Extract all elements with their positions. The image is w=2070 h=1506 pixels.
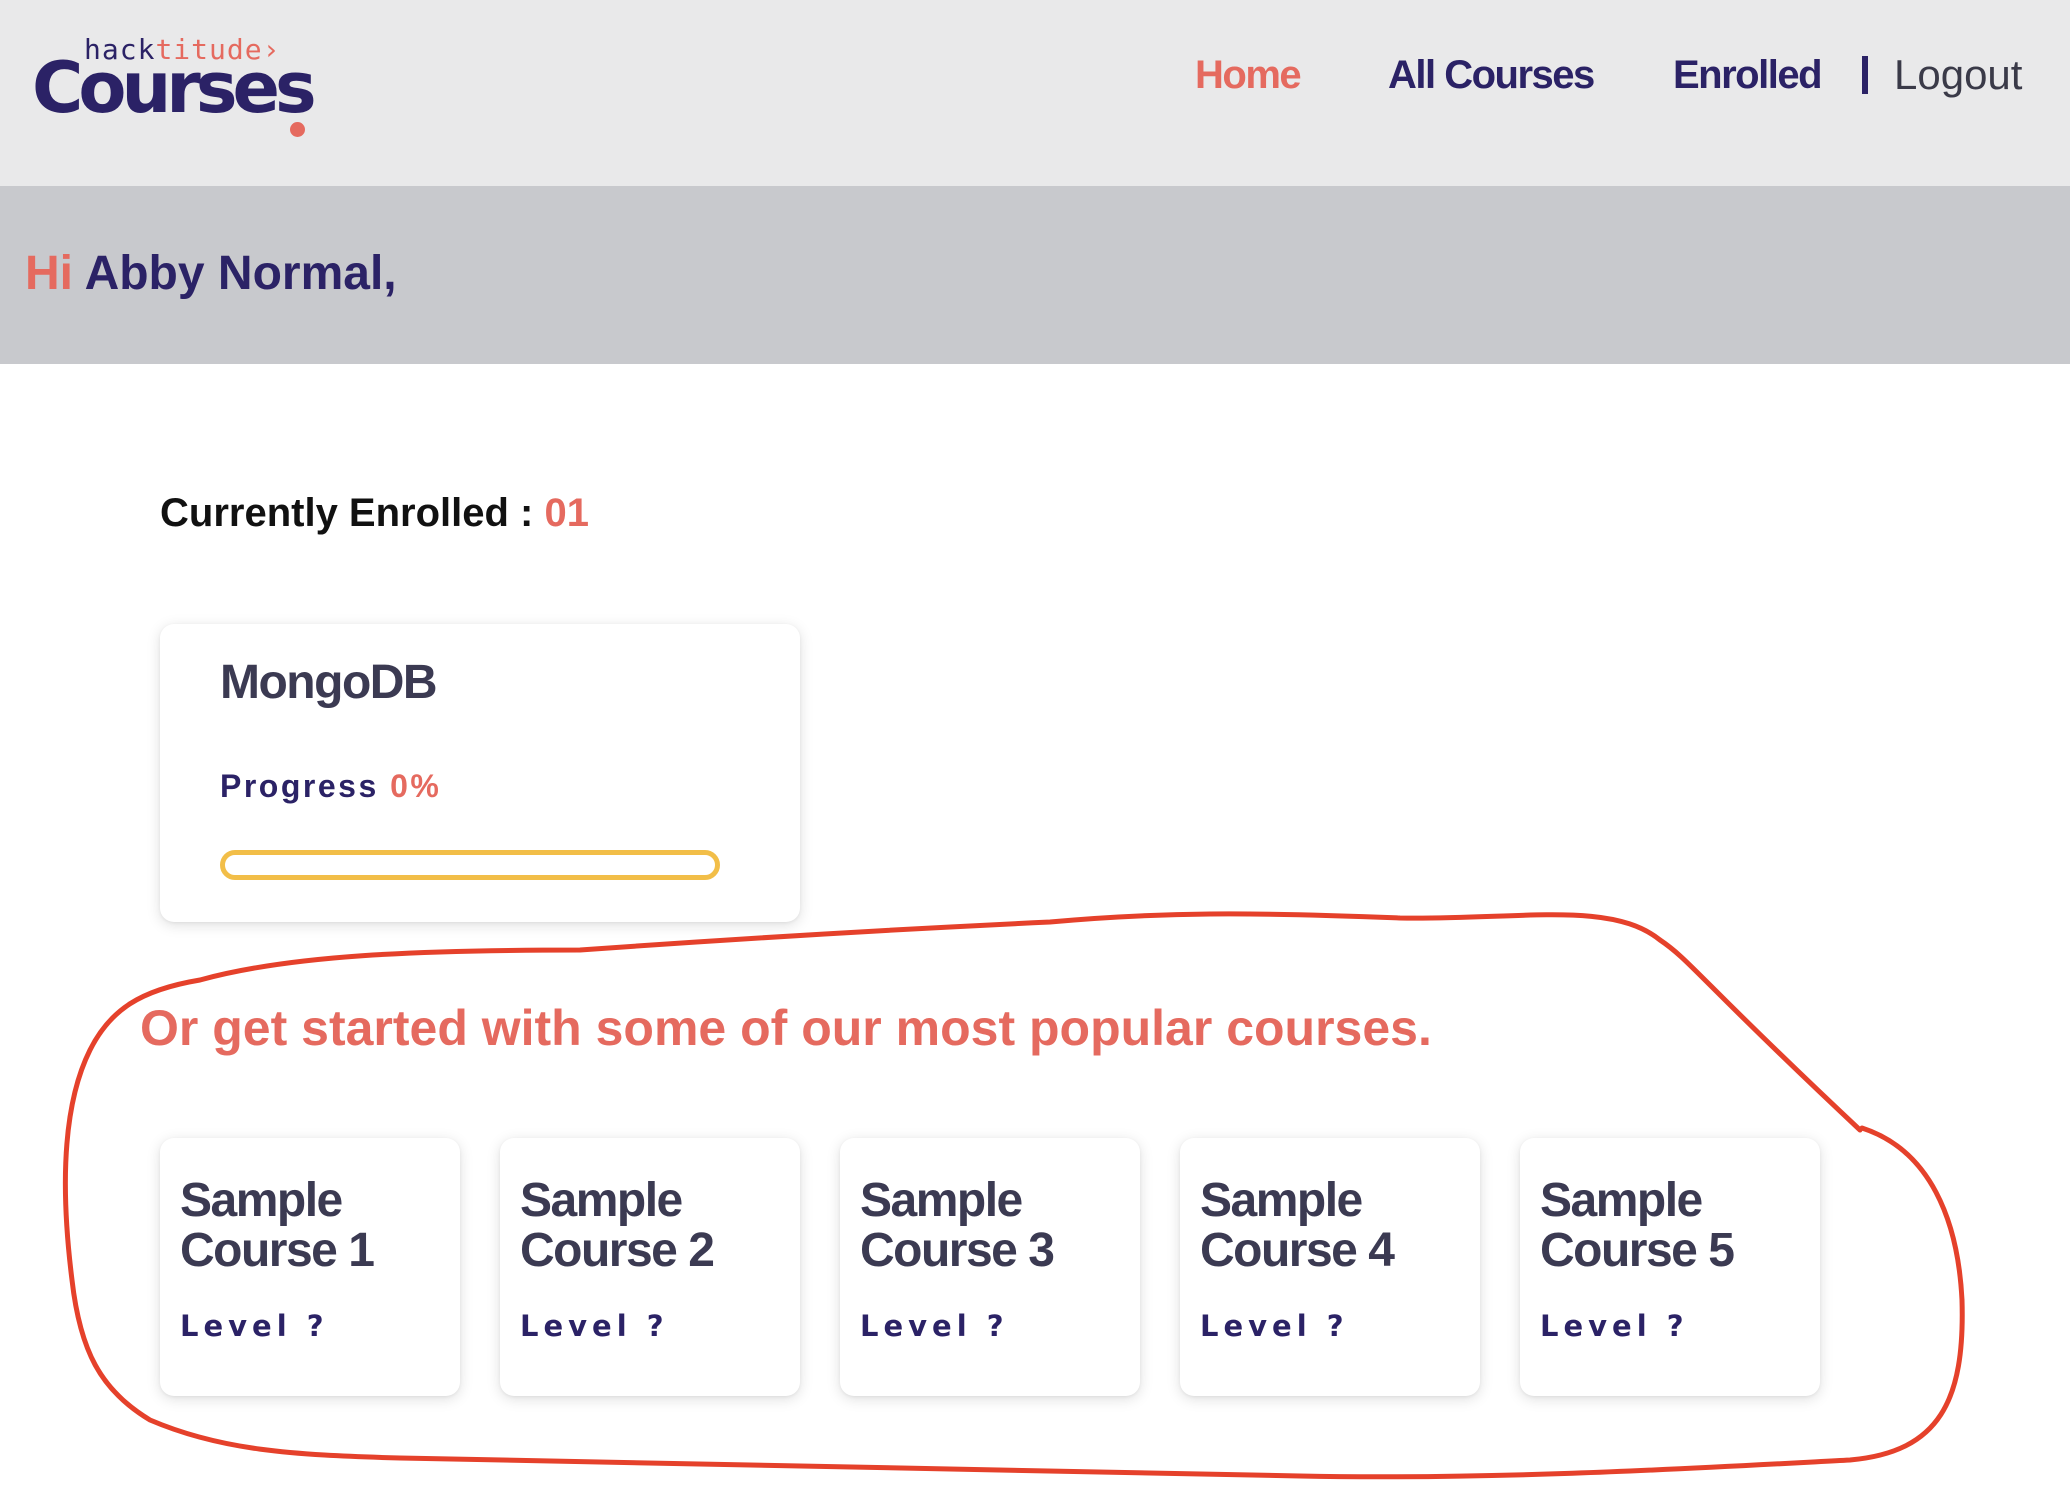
progress-label-text: Progress (220, 768, 379, 804)
progress-bar (220, 850, 720, 880)
greeting-text: Hi Abby Normal, (25, 246, 397, 302)
progress-percent: 0% (390, 768, 442, 804)
course-card-level: Level ? (180, 1309, 329, 1343)
course-card-level: Level ? (1540, 1309, 1689, 1343)
course-card-level: Level ? (860, 1309, 1009, 1343)
enrolled-count: 01 (544, 491, 590, 535)
nav-logout-link[interactable]: Logout (1894, 50, 2022, 100)
nav-divider (1862, 56, 1868, 94)
course-card-4[interactable]: Sample Course 4 Level ? (1180, 1138, 1480, 1396)
popular-courses-heading: Or get started with some of our most pop… (140, 1000, 1432, 1056)
enrolled-heading-label: Currently Enrolled : (160, 491, 534, 535)
course-card-title: Sample Course 4 (1200, 1174, 1395, 1277)
nav-enrolled-link[interactable]: Enrolled (1673, 50, 1823, 100)
course-card-level: Level ? (520, 1309, 669, 1343)
enrolled-course-title: MongoDB (220, 656, 438, 709)
course-card-1[interactable]: Sample Course 1 Level ? (160, 1138, 460, 1396)
greeting-hi: Hi (25, 247, 73, 300)
logo-wordmark: Courses (32, 47, 317, 129)
enrolled-course-card[interactable]: MongoDB Progress 0% (160, 624, 800, 922)
progress-label: Progress 0% (220, 766, 441, 806)
course-card-title: Sample Course 2 (520, 1174, 715, 1277)
enrolled-heading: Currently Enrolled : 01 (160, 488, 589, 538)
course-card-3[interactable]: Sample Course 3 Level ? (840, 1138, 1140, 1396)
top-navbar: hacktitude› Courses Home All Courses Enr… (0, 0, 2070, 186)
nav-home-link[interactable]: Home (1195, 50, 1302, 100)
course-card-5[interactable]: Sample Course 5 Level ? (1520, 1138, 1820, 1396)
course-card-title: Sample Course 5 (1540, 1174, 1735, 1277)
course-card-title: Sample Course 1 (180, 1174, 375, 1277)
brand-logo[interactable]: hacktitude› Courses (32, 34, 332, 137)
course-card-level: Level ? (1200, 1309, 1349, 1343)
course-card-title: Sample Course 3 (860, 1174, 1055, 1277)
nav-all-courses-link[interactable]: All Courses (1388, 50, 1595, 100)
greeting-banner: Hi Abby Normal, (0, 186, 2070, 364)
course-card-2[interactable]: Sample Course 2 Level ? (500, 1138, 800, 1396)
greeting-user-name: Abby Normal, (84, 247, 397, 300)
logo-dot (290, 122, 305, 137)
